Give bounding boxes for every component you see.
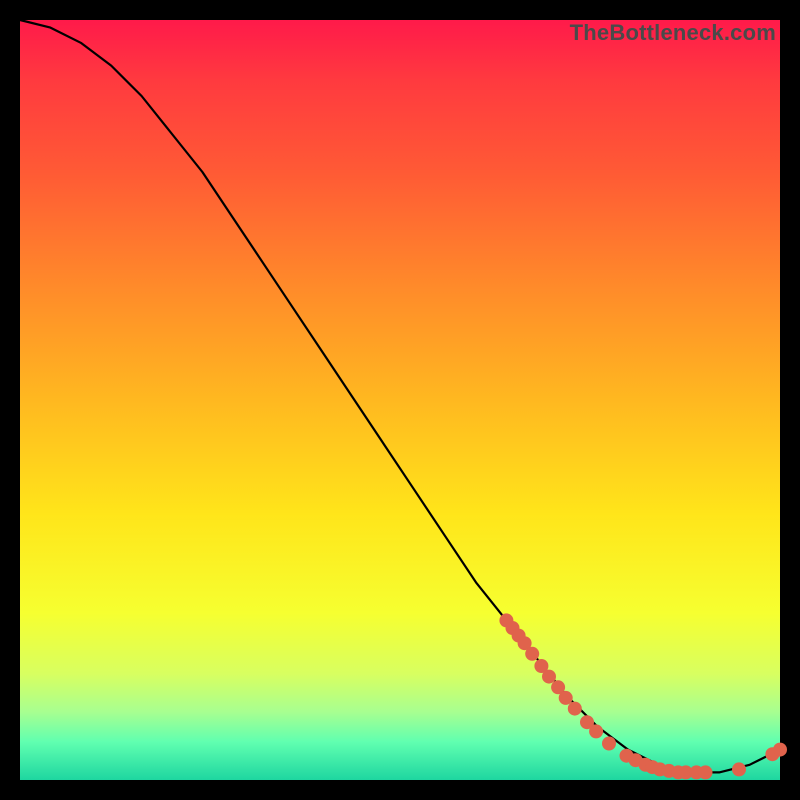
chart-stage: TheBottleneck.com [0,0,800,800]
data-point [699,765,713,779]
data-point [525,647,539,661]
curve-layer [20,20,780,780]
data-point [773,743,787,757]
plot-area: TheBottleneck.com [20,20,780,780]
bottleneck-curve [20,20,780,772]
data-point [559,691,573,705]
data-point [568,702,582,716]
data-point [732,762,746,776]
data-point [602,737,616,751]
data-point [542,670,556,684]
highlighted-points-group [499,613,787,779]
data-point [589,724,603,738]
